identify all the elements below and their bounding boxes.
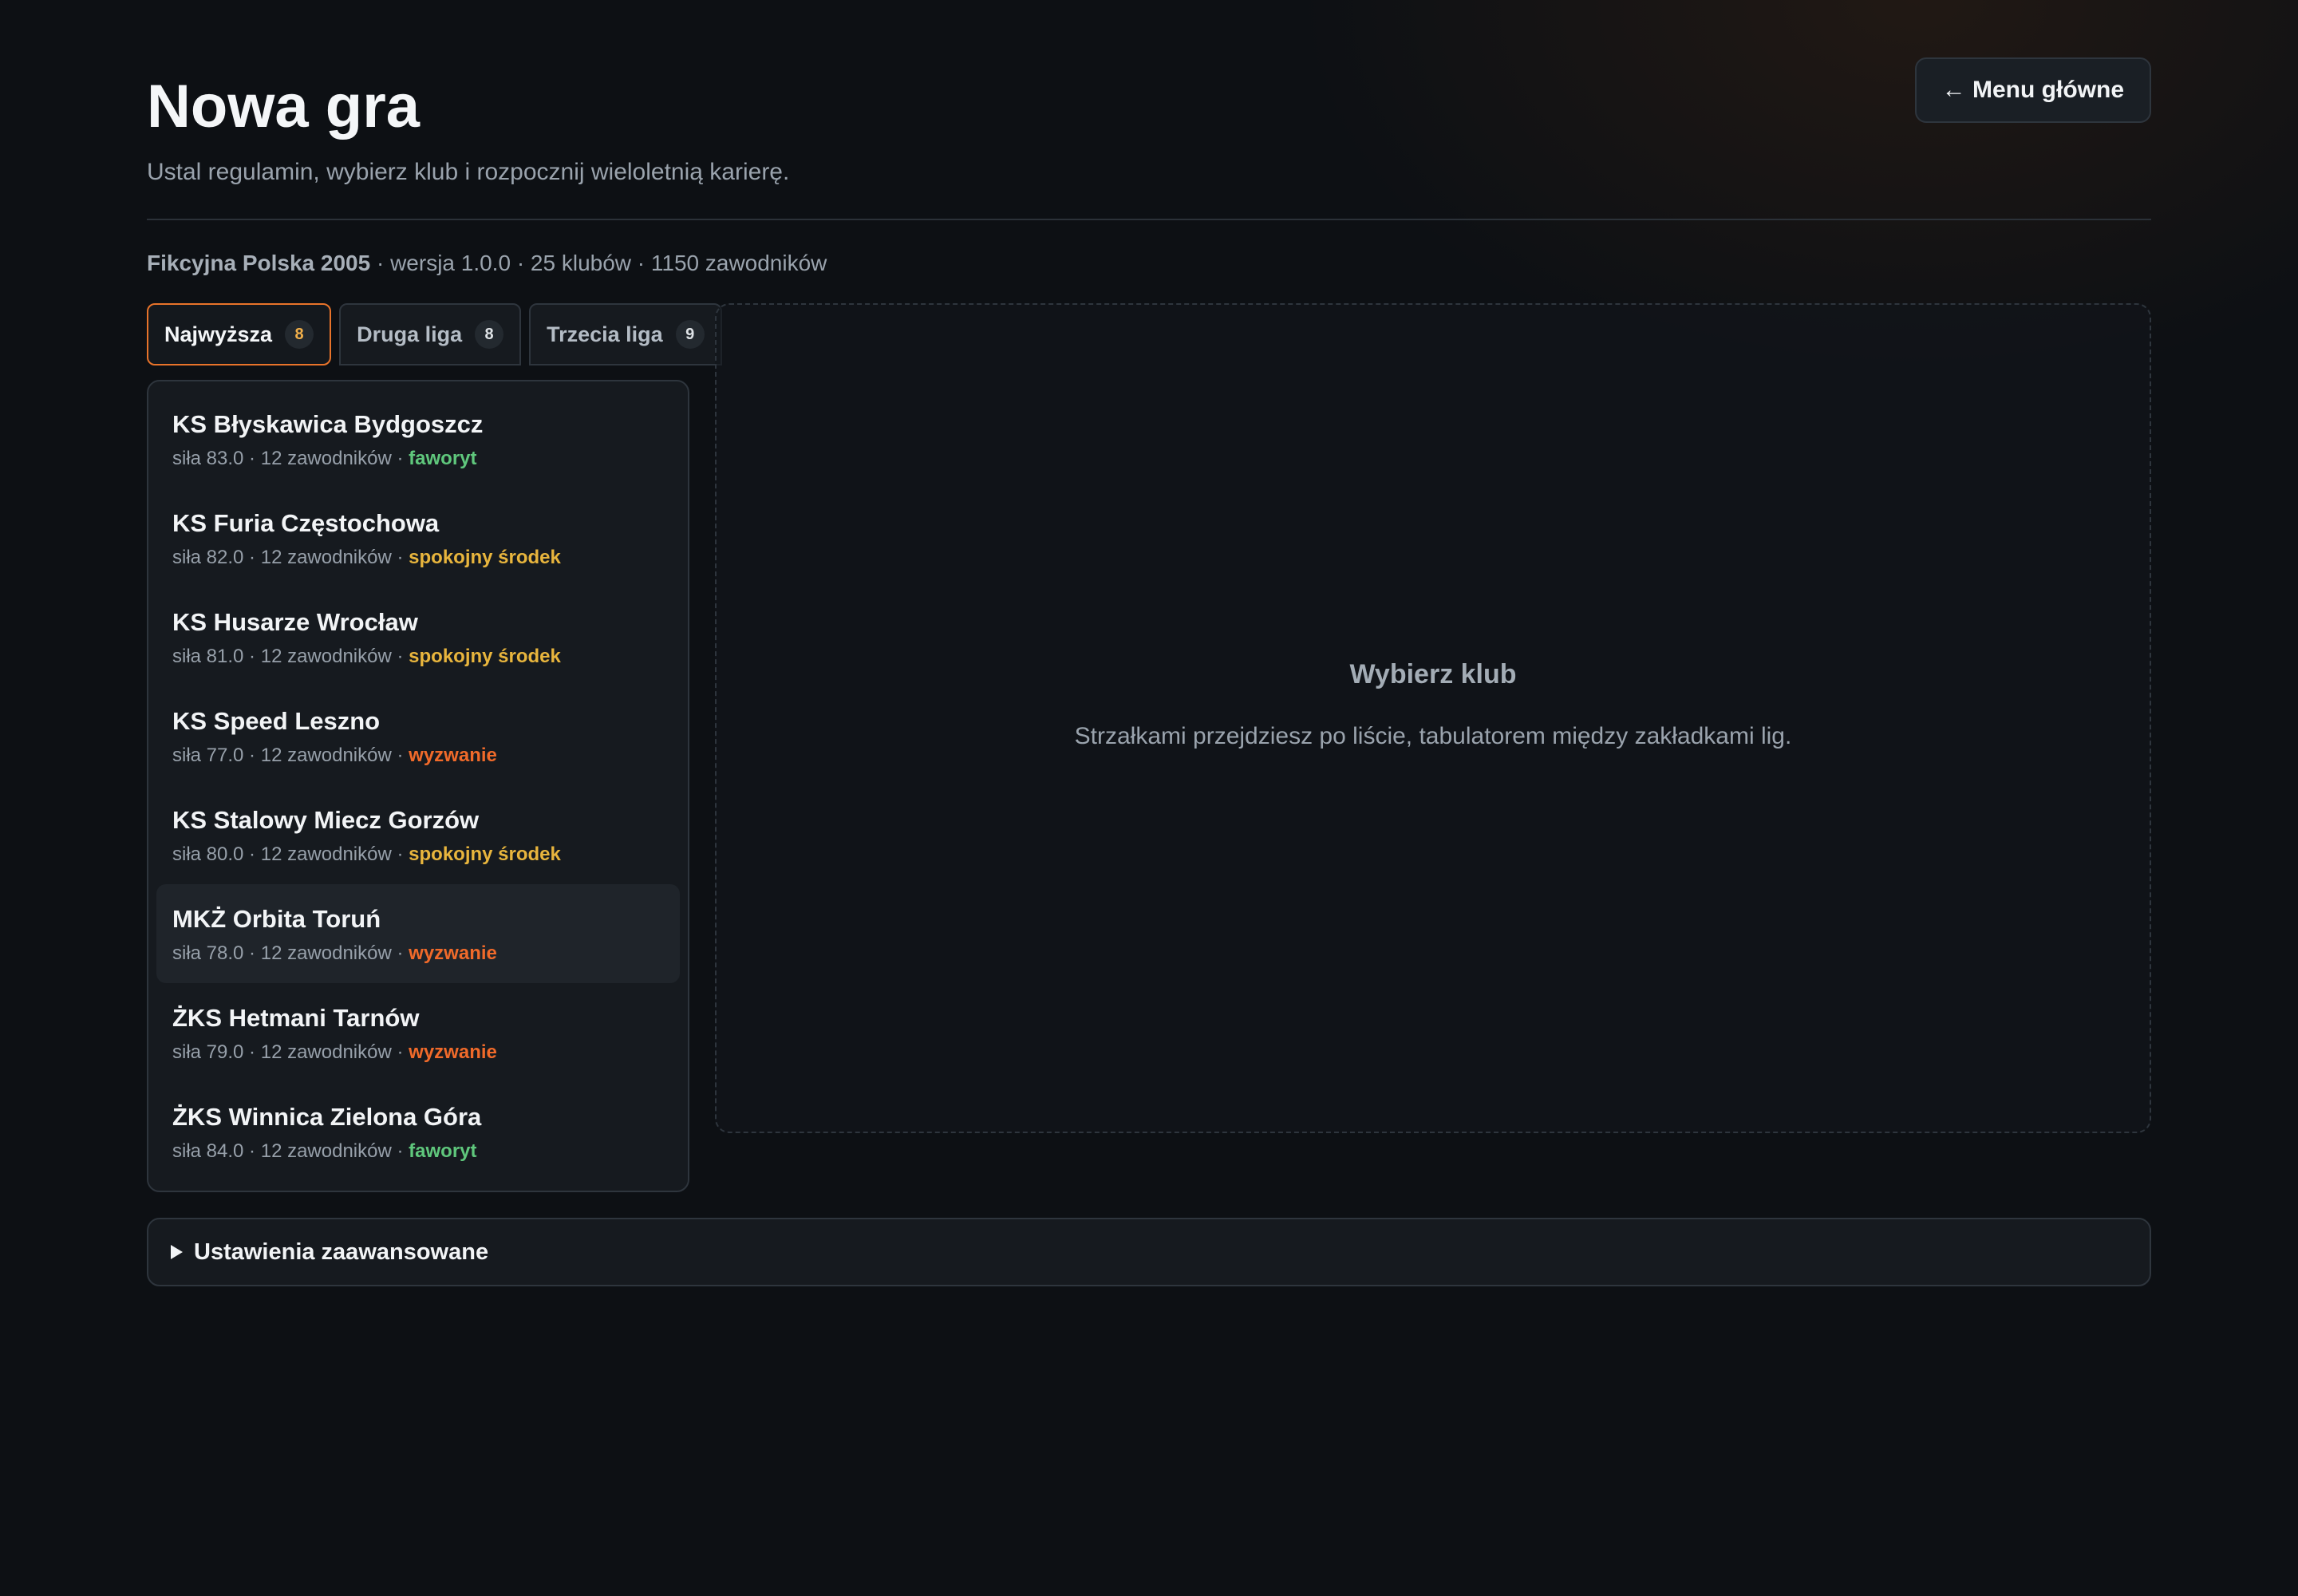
club-difficulty-tag: wyzwanie xyxy=(409,942,497,964)
page-header: Nowa gra Ustal regulamin, wybierz klub i… xyxy=(147,0,2151,220)
club-stats: siła 83.0 · 12 zawodników · xyxy=(172,448,409,469)
new-game-page: Nowa gra Ustal regulamin, wybierz klub i… xyxy=(147,0,2151,1286)
league-tabs: Najwyższa 8 Druga liga 8 Trzecia liga 9 xyxy=(147,303,722,365)
club-list-item[interactable]: KS Furia Częstochowa siła 82.0 · 12 zawo… xyxy=(156,488,680,587)
club-info: siła 82.0 · 12 zawodników · spokojny śro… xyxy=(172,543,664,573)
club-list-item[interactable]: KS Speed Leszno siła 77.0 · 12 zawodnikó… xyxy=(156,686,680,785)
tab-druga-liga[interactable]: Druga liga 8 xyxy=(339,303,522,365)
tab-count-badge: 8 xyxy=(285,320,314,349)
club-stats: siła 77.0 · 12 zawodników · xyxy=(172,745,409,766)
database-details: · wersja 1.0.0 · 25 klubów · 1150 zawodn… xyxy=(370,251,827,275)
club-list-item[interactable]: KS Błyskawica Bydgoszcz siła 83.0 · 12 z… xyxy=(156,389,680,488)
club-name: ŻKS Hetmani Tarnów xyxy=(172,1004,420,1032)
club-stats: siła 78.0 · 12 zawodników · xyxy=(172,942,409,964)
main-menu-button[interactable]: ← Menu główne xyxy=(1914,57,2151,123)
club-info: siła 84.0 · 12 zawodników · faworyt xyxy=(172,1136,664,1167)
club-stats: siła 81.0 · 12 zawodników · xyxy=(172,646,409,667)
club-info: siła 81.0 · 12 zawodników · spokojny śro… xyxy=(172,642,664,672)
club-stats: siła 79.0 · 12 zawodników · xyxy=(172,1041,409,1063)
club-name: KS Stalowy Miecz Gorzów xyxy=(172,806,480,834)
advanced-settings-label: Ustawienia zaawansowane xyxy=(194,1238,489,1265)
club-difficulty-tag: spokojny środek xyxy=(409,547,561,568)
club-difficulty-tag: faworyt xyxy=(409,1140,477,1162)
club-difficulty-tag: wyzwanie xyxy=(409,1041,497,1063)
club-difficulty-tag: spokojny środek xyxy=(409,646,561,667)
tab-count-badge: 9 xyxy=(675,320,705,349)
club-difficulty-tag: faworyt xyxy=(409,448,477,469)
advanced-settings-toggle[interactable]: Ustawienia zaawansowane xyxy=(147,1218,2151,1286)
club-stats: siła 84.0 · 12 zawodników · xyxy=(172,1140,409,1162)
club-name: KS Husarze Wrocław xyxy=(172,608,418,636)
club-stats: siła 82.0 · 12 zawodników · xyxy=(172,547,409,568)
club-list-item[interactable]: KS Stalowy Miecz Gorzów siła 80.0 · 12 z… xyxy=(156,785,680,884)
club-detail-panel: Wybierz klub Strzałkami przejdziesz po l… xyxy=(715,303,2151,1133)
club-list-item[interactable]: ŻKS Hetmani Tarnów siła 79.0 · 12 zawodn… xyxy=(156,983,680,1082)
club-info: siła 80.0 · 12 zawodników · spokojny śro… xyxy=(172,839,664,870)
club-stats: siła 80.0 · 12 zawodników · xyxy=(172,843,409,865)
club-name: KS Speed Leszno xyxy=(172,707,381,735)
club-difficulty-tag: spokojny środek xyxy=(409,843,561,865)
detail-placeholder-title: Wybierz klub xyxy=(1349,659,1517,689)
triangle-right-icon xyxy=(171,1245,183,1259)
club-name: ŻKS Winnica Zielona Góra xyxy=(172,1103,482,1131)
club-name: KS Błyskawica Bydgoszcz xyxy=(172,410,484,438)
detail-placeholder-hint: Strzałkami przejdziesz po liście, tabula… xyxy=(1074,723,1792,749)
club-list-item[interactable]: ŻKS Winnica Zielona Góra siła 84.0 · 12 … xyxy=(156,1082,680,1181)
page-subtitle: Ustal regulamin, wybierz klub i rozpoczn… xyxy=(147,159,790,185)
club-info: siła 78.0 · 12 zawodników · wyzwanie xyxy=(172,938,664,969)
database-meta: Fikcyjna Polska 2005 · wersja 1.0.0 · 25… xyxy=(147,247,827,279)
club-list-item[interactable]: KS Husarze Wrocław siła 81.0 · 12 zawodn… xyxy=(156,587,680,686)
tab-count-badge: 8 xyxy=(475,320,504,349)
tab-label: Druga liga xyxy=(357,322,463,346)
tab-label: Najwyższa xyxy=(164,322,273,346)
club-name: MKŻ Orbita Toruń xyxy=(172,905,381,933)
tab-label: Trzecia liga xyxy=(547,322,663,346)
club-info: siła 79.0 · 12 zawodników · wyzwanie xyxy=(172,1037,664,1068)
club-name: KS Furia Częstochowa xyxy=(172,509,440,537)
club-difficulty-tag: wyzwanie xyxy=(409,745,497,766)
tab-najwyzsza[interactable]: Najwyższa 8 xyxy=(147,303,332,365)
club-info: siła 77.0 · 12 zawodników · wyzwanie xyxy=(172,741,664,771)
club-info: siła 83.0 · 12 zawodników · faworyt xyxy=(172,444,664,474)
database-name: Fikcyjna Polska 2005 xyxy=(147,251,371,275)
page-title: Nowa gra xyxy=(147,73,421,140)
club-list-item[interactable]: MKŻ Orbita Toruń siła 78.0 · 12 zawodnik… xyxy=(156,884,680,983)
tab-trzecia-liga[interactable]: Trzecia liga 9 xyxy=(529,303,722,365)
club-list: KS Błyskawica Bydgoszcz siła 83.0 · 12 z… xyxy=(147,380,689,1192)
